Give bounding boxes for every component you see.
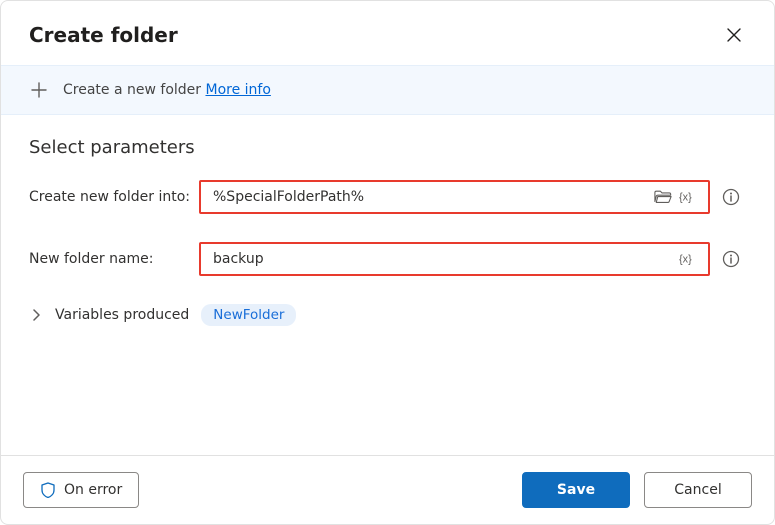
variables-toggle[interactable]	[29, 309, 43, 321]
variables-produced-label: Variables produced	[55, 307, 189, 323]
info-icon	[722, 188, 740, 206]
save-button[interactable]: Save	[522, 472, 630, 508]
close-icon	[727, 28, 741, 42]
row-create-folder-into: Create new folder into: {x}	[29, 180, 746, 214]
label-folder-name: New folder name:	[29, 251, 199, 267]
banner-text-label: Create a new folder	[63, 82, 201, 98]
shield-icon	[40, 482, 56, 498]
browse-folder-button[interactable]	[652, 186, 674, 208]
info-banner: Create a new folder More info	[1, 65, 774, 115]
input-wrap-folder-name: {x}	[199, 242, 710, 276]
variable-icon: {x}	[679, 189, 699, 205]
more-info-link[interactable]: More info	[205, 82, 270, 98]
chevron-right-icon	[32, 309, 40, 321]
create-folder-dialog: Create folder Create a new folder More i…	[0, 0, 775, 525]
input-folder-into[interactable]	[211, 188, 648, 206]
variables-produced-row: Variables produced NewFolder	[29, 304, 746, 326]
plus-icon	[29, 80, 49, 100]
footer-right: Save Cancel	[522, 472, 752, 508]
close-button[interactable]	[720, 21, 748, 49]
dialog-footer: On error Save Cancel	[1, 455, 774, 524]
input-folder-name[interactable]	[211, 250, 674, 268]
save-label: Save	[557, 482, 595, 498]
banner-text: Create a new folder More info	[63, 82, 271, 98]
on-error-label: On error	[64, 482, 122, 498]
dialog-title: Create folder	[29, 23, 178, 47]
svg-text:{x}: {x}	[679, 192, 692, 204]
on-error-button[interactable]: On error	[23, 472, 139, 508]
section-title: Select parameters	[29, 137, 746, 158]
folder-open-icon	[654, 189, 672, 205]
input-wrap-folder-into: {x}	[199, 180, 710, 214]
cancel-button[interactable]: Cancel	[644, 472, 752, 508]
insert-variable-button[interactable]: {x}	[678, 186, 700, 208]
label-folder-into: Create new folder into:	[29, 189, 199, 205]
svg-text:{x}: {x}	[679, 254, 692, 266]
variable-icon: {x}	[679, 251, 699, 267]
info-button-folder-name[interactable]	[716, 250, 746, 268]
row-new-folder-name: New folder name: {x}	[29, 242, 746, 276]
info-button-folder-into[interactable]	[716, 188, 746, 206]
dialog-header: Create folder	[1, 1, 774, 65]
cancel-label: Cancel	[674, 482, 721, 498]
info-icon	[722, 250, 740, 268]
variable-chip-newfolder[interactable]: NewFolder	[201, 304, 296, 326]
insert-variable-button-2[interactable]: {x}	[678, 248, 700, 270]
dialog-content: Select parameters Create new folder into…	[1, 115, 774, 455]
